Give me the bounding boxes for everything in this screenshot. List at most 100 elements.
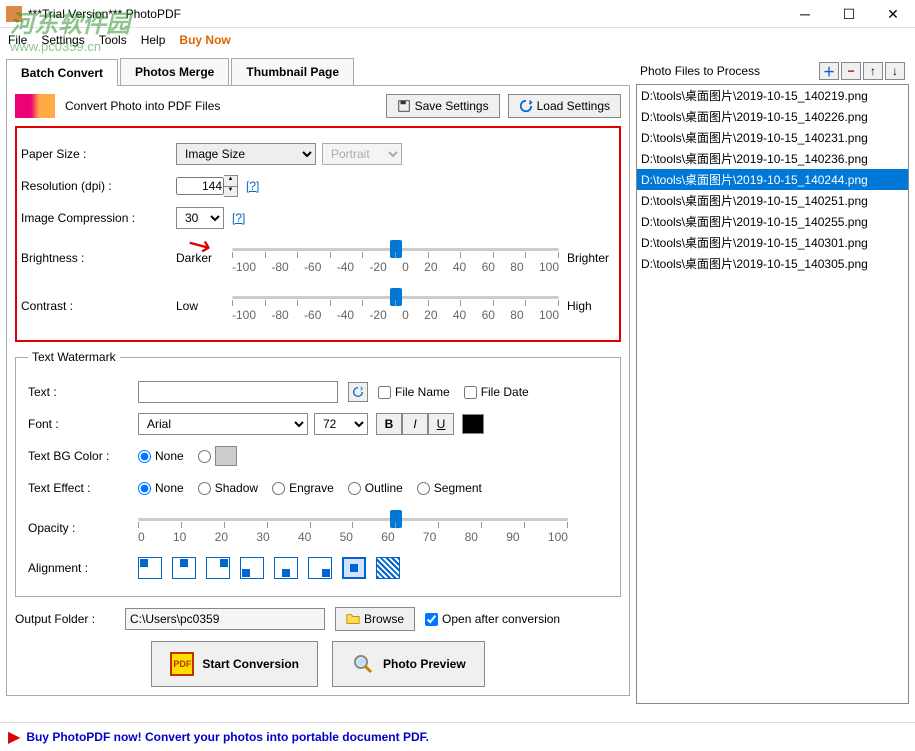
alignment-label: Alignment :: [28, 561, 138, 575]
load-settings-button[interactable]: Load Settings: [508, 94, 621, 118]
brightness-darker-label: Darker: [176, 251, 224, 265]
file-list-item[interactable]: D:\tools\桌面图片\2019-10-15_140226.png: [637, 106, 908, 127]
compression-select[interactable]: 30: [176, 207, 224, 229]
menu-buy-now[interactable]: Buy Now: [179, 33, 230, 47]
brightness-slider[interactable]: -100-80-60-40-20020406080100: [232, 238, 559, 278]
effect-outline-radio[interactable]: Outline: [348, 481, 403, 495]
compression-label: Image Compression :: [21, 211, 176, 225]
paper-size-select[interactable]: Image Size: [176, 143, 316, 165]
tab-subtitle: Convert Photo into PDF Files: [65, 99, 386, 113]
font-select[interactable]: Arial: [138, 413, 308, 435]
tab-thumbnail-page[interactable]: Thumbnail Page: [231, 58, 354, 85]
folder-icon: [346, 612, 360, 626]
file-list-item[interactable]: D:\tools\桌面图片\2019-10-15_140301.png: [637, 232, 908, 253]
underline-button[interactable]: U: [428, 413, 454, 435]
file-list-item[interactable]: D:\tools\桌面图片\2019-10-15_140255.png: [637, 211, 908, 232]
resolution-spinner[interactable]: ▲▼: [224, 175, 238, 197]
brightness-brighter-label: Brighter: [567, 251, 615, 265]
load-icon: [519, 99, 533, 113]
compression-help-link[interactable]: [?]: [232, 211, 245, 225]
align-top-center[interactable]: [172, 557, 196, 579]
down-arrow-icon: ↓: [892, 64, 898, 78]
effect-none-radio[interactable]: None: [138, 481, 184, 495]
effect-shadow-radio[interactable]: Shadow: [198, 481, 258, 495]
resolution-label: Resolution (dpi) :: [21, 179, 176, 193]
file-list-item[interactable]: D:\tools\桌面图片\2019-10-15_140305.png: [637, 253, 908, 274]
menu-tools[interactable]: Tools: [99, 33, 127, 47]
contrast-label: Contrast :: [21, 299, 176, 313]
font-color-swatch[interactable]: [462, 414, 484, 434]
tab-photos-merge[interactable]: Photos Merge: [120, 58, 229, 85]
file-list[interactable]: D:\tools\桌面图片\2019-10-15_140219.pngD:\to…: [636, 84, 909, 704]
minimize-button[interactable]: ─: [783, 0, 827, 28]
file-list-item[interactable]: D:\tools\桌面图片\2019-10-15_140231.png: [637, 127, 908, 148]
opacity-label: Opacity :: [28, 521, 138, 535]
font-label: Font :: [28, 417, 138, 431]
file-list-item[interactable]: D:\tools\桌面图片\2019-10-15_140236.png: [637, 148, 908, 169]
font-size-select[interactable]: 72: [314, 413, 368, 435]
footer-bar: ▶ Buy PhotoPDF now! Convert your photos …: [0, 722, 915, 751]
align-center[interactable]: [342, 557, 366, 579]
effect-segment-radio[interactable]: Segment: [417, 481, 482, 495]
align-bottom-right[interactable]: [308, 557, 332, 579]
filedate-checkbox[interactable]: File Date: [464, 385, 529, 399]
remove-file-button[interactable]: −: [841, 62, 861, 80]
move-up-button[interactable]: ↑: [863, 62, 883, 80]
magnifier-icon: [351, 652, 375, 676]
close-button[interactable]: ✕: [871, 0, 915, 28]
bg-color-radio[interactable]: [198, 446, 237, 466]
output-folder-input[interactable]: [125, 608, 325, 630]
contrast-slider[interactable]: -100-80-60-40-20020406080100: [232, 286, 559, 326]
resolution-help-link[interactable]: [?]: [246, 179, 259, 193]
footer-message[interactable]: Buy PhotoPDF now! Convert your photos in…: [26, 730, 429, 744]
resolution-input[interactable]: [176, 177, 224, 195]
add-file-button[interactable]: ＋: [819, 62, 839, 80]
pdf-icon: PDF: [170, 652, 194, 676]
save-settings-button[interactable]: Save Settings: [386, 94, 500, 118]
save-icon: [397, 99, 411, 113]
maximize-button[interactable]: ☐: [827, 0, 871, 28]
file-list-item[interactable]: D:\tools\桌面图片\2019-10-15_140244.png: [637, 169, 908, 190]
text-watermark-group: Text Watermark Text : File Name File Dat…: [15, 350, 621, 597]
plus-icon: ＋: [823, 63, 835, 80]
bg-color-swatch[interactable]: [215, 446, 237, 466]
open-after-checkbox[interactable]: Open after conversion: [425, 612, 560, 626]
window-title: ***Trial Version*** PhotoPDF: [28, 7, 181, 21]
bold-button[interactable]: B: [376, 413, 402, 435]
file-list-item[interactable]: D:\tools\桌面图片\2019-10-15_140219.png: [637, 85, 908, 106]
align-bottom-left[interactable]: [240, 557, 264, 579]
title-bar: ***Trial Version*** PhotoPDF ─ ☐ ✕: [0, 0, 915, 28]
brightness-label: Brightness :: [21, 251, 176, 265]
menu-file[interactable]: File: [8, 33, 27, 47]
menu-bar: File Settings Tools Help Buy Now: [0, 28, 915, 52]
align-top-right[interactable]: [206, 557, 230, 579]
paper-size-label: Paper Size :: [21, 147, 176, 161]
refresh-button[interactable]: [348, 382, 368, 402]
italic-button[interactable]: I: [402, 413, 428, 435]
start-conversion-button[interactable]: PDFStart Conversion: [151, 641, 318, 687]
filename-checkbox[interactable]: File Name: [378, 385, 450, 399]
opacity-slider[interactable]: 0102030405060708090100: [138, 508, 568, 548]
effect-engrave-radio[interactable]: Engrave: [272, 481, 334, 495]
menu-help[interactable]: Help: [141, 33, 166, 47]
align-tile[interactable]: [376, 557, 400, 579]
align-bottom-center[interactable]: [274, 557, 298, 579]
tab-bar: Batch Convert Photos Merge Thumbnail Pag…: [6, 58, 630, 86]
highlighted-region: ↘ Paper Size : Image Size Portrait Resol…: [15, 126, 621, 342]
move-down-button[interactable]: ↓: [885, 62, 905, 80]
bg-none-radio[interactable]: None: [138, 449, 184, 463]
file-list-item[interactable]: D:\tools\桌面图片\2019-10-15_140251.png: [637, 190, 908, 211]
effect-label: Text Effect :: [28, 481, 138, 495]
align-top-left[interactable]: [138, 557, 162, 579]
refresh-icon: [351, 385, 365, 399]
tab-batch-convert[interactable]: Batch Convert: [6, 59, 118, 86]
watermark-text-input[interactable]: [138, 381, 338, 403]
watermark-text-label: Text :: [28, 385, 138, 399]
browse-button[interactable]: Browse: [335, 607, 415, 631]
orientation-select: Portrait: [322, 143, 402, 165]
minus-icon: −: [847, 64, 854, 78]
menu-settings[interactable]: Settings: [41, 33, 84, 47]
up-arrow-icon: ↑: [870, 64, 876, 78]
photo-preview-button[interactable]: Photo Preview: [332, 641, 485, 687]
app-icon: [6, 6, 22, 22]
